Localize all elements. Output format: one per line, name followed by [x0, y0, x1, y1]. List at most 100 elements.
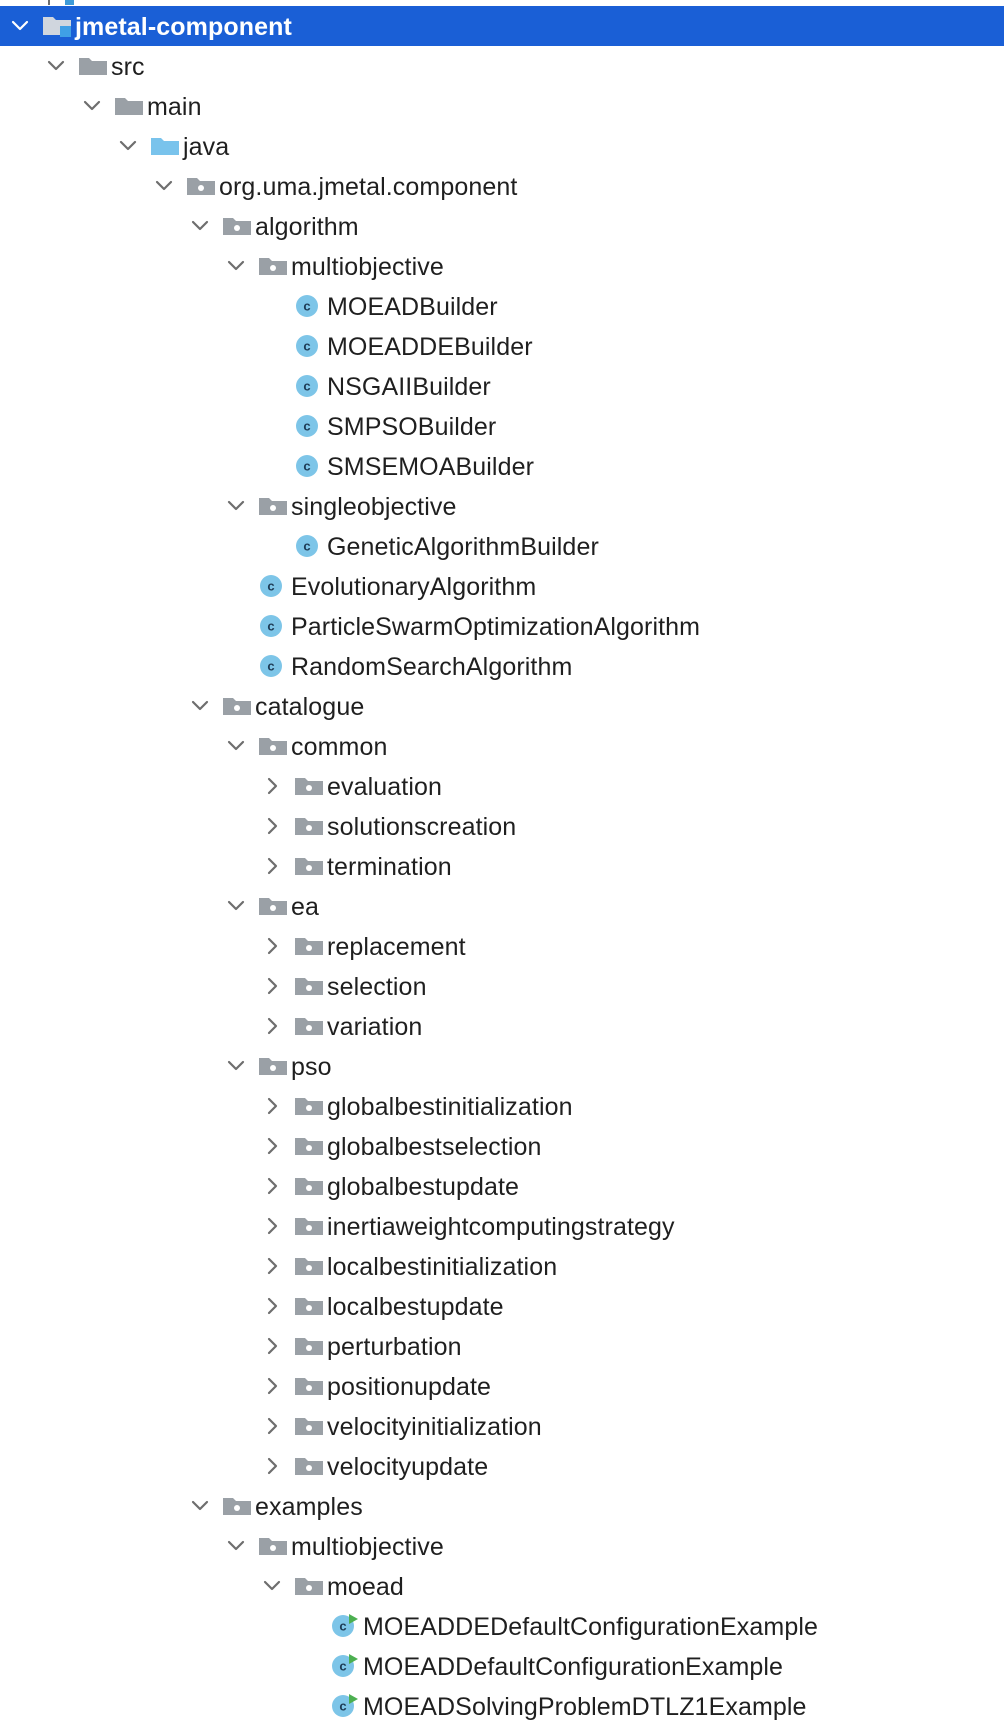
runnable-class-icon: c	[329, 1654, 361, 1678]
package-icon	[293, 1454, 325, 1478]
package-icon	[257, 254, 289, 278]
previous-row-glyph	[48, 0, 53, 5]
tree-row[interactable]: moead	[0, 1566, 1004, 1606]
tree-row[interactable]: c EvolutionaryAlgorithm	[0, 566, 1004, 606]
tree-row[interactable]: velocityinitialization	[0, 1406, 1004, 1446]
tree-row[interactable]: algorithm	[0, 206, 1004, 246]
tree-row[interactable]: main	[0, 86, 1004, 126]
tree-row[interactable]: localbestupdate	[0, 1286, 1004, 1326]
chevron-down-icon[interactable]	[225, 255, 247, 277]
tree-row-label: main	[147, 93, 202, 121]
tree-row[interactable]: c MOEADDEBuilder	[0, 326, 1004, 366]
tree-row[interactable]: replacement	[0, 926, 1004, 966]
tree-row-label: velocityupdate	[327, 1453, 489, 1481]
chevron-right-icon[interactable]	[261, 1335, 283, 1357]
tree-row-label: velocityinitialization	[327, 1413, 542, 1441]
tree-row[interactable]: src	[0, 46, 1004, 86]
chevron-down-icon[interactable]	[117, 135, 139, 157]
tree-row[interactable]: inertiaweightcomputingstrategy	[0, 1206, 1004, 1246]
tree-row[interactable]: c MOEADDEDefaultConfigurationExample	[0, 1606, 1004, 1646]
tree-row[interactable]: selection	[0, 966, 1004, 1006]
tree-row[interactable]: c RandomSearchAlgorithm	[0, 646, 1004, 686]
chevron-right-icon[interactable]	[261, 775, 283, 797]
tree-row[interactable]: org.uma.jmetal.component	[0, 166, 1004, 206]
tree-row[interactable]: c ParticleSwarmOptimizationAlgorithm	[0, 606, 1004, 646]
tree-row[interactable]: localbestinitialization	[0, 1246, 1004, 1286]
chevron-right-icon[interactable]	[261, 1095, 283, 1117]
package-icon	[257, 1534, 289, 1558]
chevron-right-icon[interactable]	[261, 975, 283, 997]
chevron-down-icon[interactable]	[261, 1575, 283, 1597]
tree-row[interactable]: catalogue	[0, 686, 1004, 726]
chevron-right-icon[interactable]	[261, 1415, 283, 1437]
chevron-down-icon[interactable]	[225, 895, 247, 917]
chevron-down-icon[interactable]	[225, 735, 247, 757]
tree-row-label: SMPSOBuilder	[327, 413, 497, 441]
tree-row[interactable]: c SMSEMOABuilder	[0, 446, 1004, 486]
tree-row[interactable]: c MOEADDefaultConfigurationExample	[0, 1646, 1004, 1686]
chevron-right-icon[interactable]	[261, 1175, 283, 1197]
tree-row-label: ea	[291, 893, 320, 921]
tree-row[interactable]: c MOEADSolvingProblemDTLZ1Example	[0, 1686, 1004, 1726]
package-icon	[293, 1254, 325, 1278]
tree-row[interactable]: c GeneticAlgorithmBuilder	[0, 526, 1004, 566]
tree-row[interactable]: evaluation	[0, 766, 1004, 806]
chevron-right-icon[interactable]	[261, 1015, 283, 1037]
tree-row[interactable]: multiobjective	[0, 246, 1004, 286]
chevron-down-icon[interactable]	[189, 215, 211, 237]
chevron-down-icon[interactable]	[189, 695, 211, 717]
svg-text:c: c	[267, 659, 274, 674]
class-icon: c	[293, 414, 325, 438]
tree-row[interactable]: perturbation	[0, 1326, 1004, 1366]
tree-row[interactable]: solutionscreation	[0, 806, 1004, 846]
project-tree[interactable]: jmetal-component src main java org.uma.jmeta…	[0, 6, 1004, 1726]
chevron-down-icon[interactable]	[225, 1055, 247, 1077]
chevron-down-icon[interactable]	[189, 1495, 211, 1517]
tree-row[interactable]: c MOEADBuilder	[0, 286, 1004, 326]
tree-row[interactable]: globalbestselection	[0, 1126, 1004, 1166]
chevron-right-icon[interactable]	[261, 1455, 283, 1477]
chevron-right-icon[interactable]	[261, 1255, 283, 1277]
tree-row-label: globalbestupdate	[327, 1173, 520, 1201]
tree-row[interactable]: pso	[0, 1046, 1004, 1086]
chevron-down-icon[interactable]	[153, 175, 175, 197]
tree-row[interactable]: ea	[0, 886, 1004, 926]
package-icon	[221, 214, 253, 238]
tree-row[interactable]: singleobjective	[0, 486, 1004, 526]
tree-row[interactable]: c NSGAIIBuilder	[0, 366, 1004, 406]
package-icon	[185, 174, 217, 198]
runnable-class-icon: c	[329, 1614, 361, 1638]
chevron-right-icon[interactable]	[261, 935, 283, 957]
tree-row[interactable]: globalbestinitialization	[0, 1086, 1004, 1126]
tree-row-label: MOEADDefaultConfigurationExample	[363, 1653, 784, 1681]
tree-row[interactable]: java	[0, 126, 1004, 166]
chevron-right-icon[interactable]	[261, 1375, 283, 1397]
folder-icon	[77, 54, 109, 78]
tree-row[interactable]: c SMPSOBuilder	[0, 406, 1004, 446]
package-icon	[293, 1294, 325, 1318]
tree-row[interactable]: velocityupdate	[0, 1446, 1004, 1486]
tree-row[interactable]: examples	[0, 1486, 1004, 1526]
tree-row[interactable]: globalbestupdate	[0, 1166, 1004, 1206]
tree-row[interactable]: common	[0, 726, 1004, 766]
tree-row[interactable]: jmetal-component	[0, 6, 1004, 46]
folder-icon	[113, 94, 145, 118]
chevron-right-icon[interactable]	[261, 815, 283, 837]
chevron-right-icon[interactable]	[261, 1135, 283, 1157]
chevron-down-icon[interactable]	[225, 495, 247, 517]
chevron-right-icon[interactable]	[261, 1295, 283, 1317]
tree-row[interactable]: positionupdate	[0, 1366, 1004, 1406]
package-icon	[293, 1374, 325, 1398]
tree-row[interactable]: termination	[0, 846, 1004, 886]
tree-row-label: RandomSearchAlgorithm	[291, 653, 573, 681]
chevron-down-icon[interactable]	[81, 95, 103, 117]
tree-row[interactable]: multiobjective	[0, 1526, 1004, 1566]
tree-row[interactable]: variation	[0, 1006, 1004, 1046]
chevron-right-icon[interactable]	[261, 855, 283, 877]
chevron-down-icon[interactable]	[225, 1535, 247, 1557]
tree-row-label: globalbestinitialization	[327, 1093, 573, 1121]
chevron-right-icon[interactable]	[261, 1215, 283, 1237]
package-icon	[293, 1334, 325, 1358]
chevron-down-icon[interactable]	[9, 15, 31, 37]
chevron-down-icon[interactable]	[45, 55, 67, 77]
